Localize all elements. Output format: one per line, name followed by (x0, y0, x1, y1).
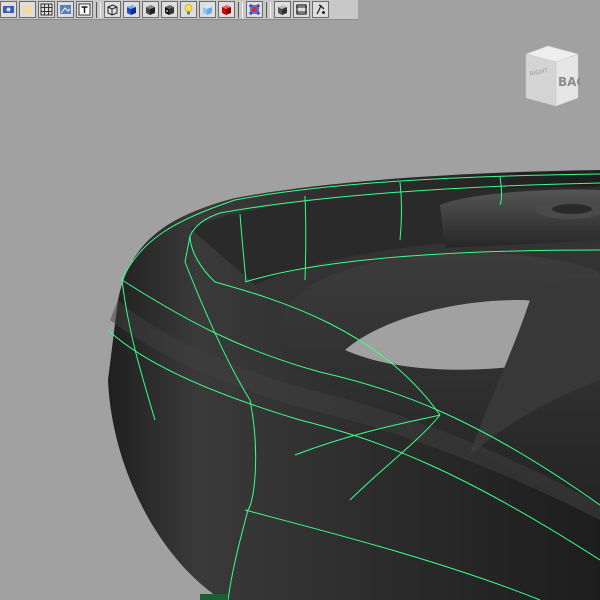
toolbar-separator (266, 1, 271, 18)
shaded-button[interactable] (123, 1, 140, 18)
text-button[interactable] (76, 1, 93, 18)
wireframe-button[interactable] (104, 1, 121, 18)
camera-gate-button[interactable] (274, 1, 291, 18)
textured-button[interactable] (161, 1, 178, 18)
image-plane-icon (60, 5, 71, 14)
smooth-shade-button[interactable] (142, 1, 159, 18)
red-cube-icon (222, 5, 231, 15)
textured-cube-icon (165, 5, 174, 15)
grid-button[interactable] (38, 1, 55, 18)
smooth-shade-icon (146, 5, 155, 15)
film-gate-icon (316, 4, 325, 15)
toolbar-separator (96, 1, 101, 18)
wireframe-cube-icon (107, 4, 118, 16)
panel-toolbar (0, 0, 358, 20)
xray-cube-icon (203, 5, 212, 15)
text-icon (78, 3, 91, 16)
select-camera-icon (3, 6, 14, 13)
view-cube-left[interactable] (525, 53, 557, 107)
hub-cap-inner (552, 204, 592, 214)
3d-viewport[interactable]: RIGHT BACK (0, 0, 600, 600)
view-cube-face-label: BACK (558, 75, 580, 89)
red-cube-button[interactable] (218, 1, 235, 18)
selection-handle[interactable] (200, 594, 228, 600)
scene-canvas[interactable] (0, 0, 600, 600)
film-gate-button[interactable] (312, 1, 329, 18)
resolution-gate-icon (296, 4, 307, 15)
isolate-select-button[interactable] (246, 1, 263, 18)
light-sphere-button[interactable] (19, 1, 36, 18)
light-bulb-button[interactable] (180, 1, 197, 18)
camera-gate-icon (278, 5, 287, 15)
light-bulb-icon (184, 4, 193, 15)
isolate-select-icon (249, 4, 260, 15)
light-sphere-icon (22, 4, 33, 15)
shaded-cube-icon (127, 5, 136, 15)
select-camera-button[interactable] (0, 1, 17, 18)
grid-icon (40, 3, 53, 16)
image-plane-button[interactable] (57, 1, 74, 18)
xray-button[interactable] (199, 1, 216, 18)
resolution-gate-button[interactable] (293, 1, 310, 18)
toolbar-separator (238, 1, 243, 18)
view-cube[interactable]: RIGHT BACK (518, 44, 580, 110)
